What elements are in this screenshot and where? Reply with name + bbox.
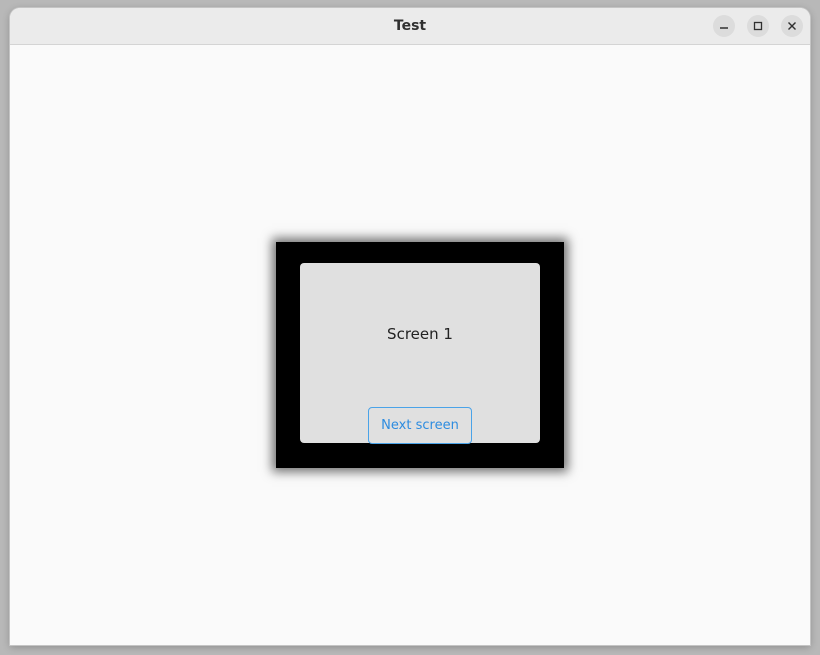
screen-panel: Screen 1 Next screen xyxy=(300,263,540,444)
maximize-button[interactable] xyxy=(747,15,769,37)
window-content: Screen 1 Next screen xyxy=(10,45,810,645)
minimize-button[interactable] xyxy=(713,15,735,37)
next-screen-button[interactable]: Next screen xyxy=(368,407,472,444)
screen-label: Screen 1 xyxy=(387,325,453,343)
app-window: Test Screen 1 Next screen xyxy=(10,8,810,645)
maximize-icon xyxy=(747,20,769,32)
title-bar[interactable]: Test xyxy=(10,8,810,45)
minimize-icon xyxy=(713,20,735,32)
close-icon xyxy=(781,20,803,32)
close-button[interactable] xyxy=(781,15,803,37)
screen-frame: Screen 1 Next screen xyxy=(276,242,564,468)
window-title: Test xyxy=(393,18,427,34)
